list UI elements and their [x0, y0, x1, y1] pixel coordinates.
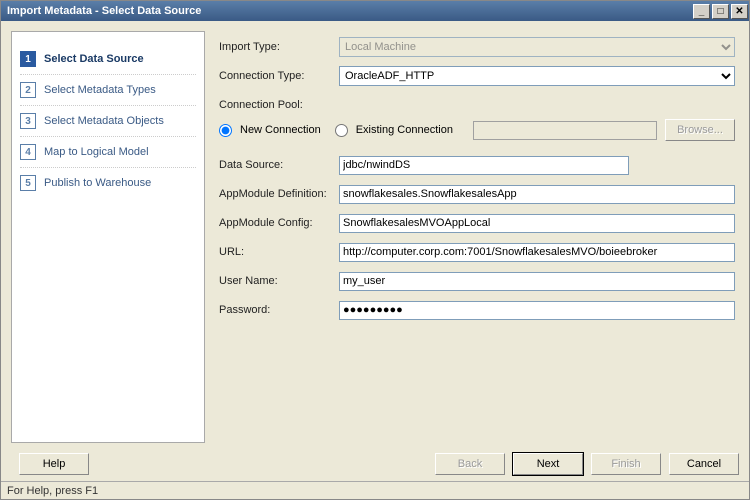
title-bar: Import Metadata - Select Data Source _ □… [1, 1, 749, 21]
step-number: 4 [20, 144, 36, 160]
username-input[interactable] [339, 272, 735, 291]
url-label: URL: [219, 246, 339, 258]
appmodule-config-label: AppModule Config: [219, 217, 339, 229]
step-number: 3 [20, 113, 36, 129]
appmodule-definition-label: AppModule Definition: [219, 188, 339, 200]
status-text: For Help, press F1 [7, 485, 98, 497]
new-connection-radio-input[interactable] [219, 124, 232, 137]
step-label: Publish to Warehouse [44, 177, 151, 189]
wizard-step-select-metadata-objects[interactable]: 3 Select Metadata Objects [20, 106, 196, 137]
step-label: Map to Logical Model [44, 146, 149, 158]
password-input[interactable] [339, 301, 735, 320]
existing-connection-field [473, 121, 657, 140]
connection-type-select[interactable]: OracleADF_HTTP [339, 66, 735, 86]
new-connection-radio[interactable]: New Connection [219, 124, 321, 137]
import-type-label: Import Type: [219, 41, 339, 53]
status-bar: For Help, press F1 [1, 481, 749, 499]
data-source-label: Data Source: [219, 159, 339, 171]
new-connection-radio-label: New Connection [240, 124, 321, 136]
browse-button: Browse... [665, 119, 735, 141]
wizard-step-publish-to-warehouse[interactable]: 5 Publish to Warehouse [20, 168, 196, 198]
step-label: Select Data Source [44, 53, 144, 65]
wizard-sidebar: 1 Select Data Source 2 Select Metadata T… [11, 31, 205, 443]
maximize-button[interactable]: □ [712, 4, 729, 19]
step-label: Select Metadata Objects [44, 115, 164, 127]
minimize-button[interactable]: _ [693, 4, 710, 19]
password-label: Password: [219, 304, 339, 316]
cancel-button[interactable]: Cancel [669, 453, 739, 475]
import-type-select: Local Machine [339, 37, 735, 57]
help-button[interactable]: Help [19, 453, 89, 475]
dialog-body: 1 Select Data Source 2 Select Metadata T… [1, 21, 749, 449]
existing-connection-radio[interactable]: Existing Connection [335, 124, 453, 137]
step-number: 1 [20, 51, 36, 67]
data-source-input[interactable] [339, 156, 629, 175]
step-number: 5 [20, 175, 36, 191]
appmodule-config-input[interactable] [339, 214, 735, 233]
existing-connection-radio-label: Existing Connection [356, 124, 453, 136]
wizard-step-select-data-source[interactable]: 1 Select Data Source [20, 44, 196, 75]
window-title: Import Metadata - Select Data Source [7, 5, 201, 17]
step-label: Select Metadata Types [44, 84, 156, 96]
connection-type-label: Connection Type: [219, 70, 339, 82]
dialog-window: Import Metadata - Select Data Source _ □… [0, 0, 750, 500]
connection-pool-label: Connection Pool: [219, 99, 339, 111]
username-label: User Name: [219, 275, 339, 287]
wizard-step-select-metadata-types[interactable]: 2 Select Metadata Types [20, 75, 196, 106]
url-input[interactable] [339, 243, 735, 262]
existing-connection-radio-input[interactable] [335, 124, 348, 137]
finish-button: Finish [591, 453, 661, 475]
dialog-footer: Help Back Next Finish Cancel [1, 449, 749, 481]
wizard-step-map-to-logical-model[interactable]: 4 Map to Logical Model [20, 137, 196, 168]
step-number: 2 [20, 82, 36, 98]
next-button[interactable]: Next [513, 453, 583, 475]
close-button[interactable]: ✕ [731, 4, 748, 19]
form-panel: Import Type: Local Machine Connection Ty… [215, 31, 739, 443]
appmodule-definition-input[interactable] [339, 185, 735, 204]
back-button: Back [435, 453, 505, 475]
